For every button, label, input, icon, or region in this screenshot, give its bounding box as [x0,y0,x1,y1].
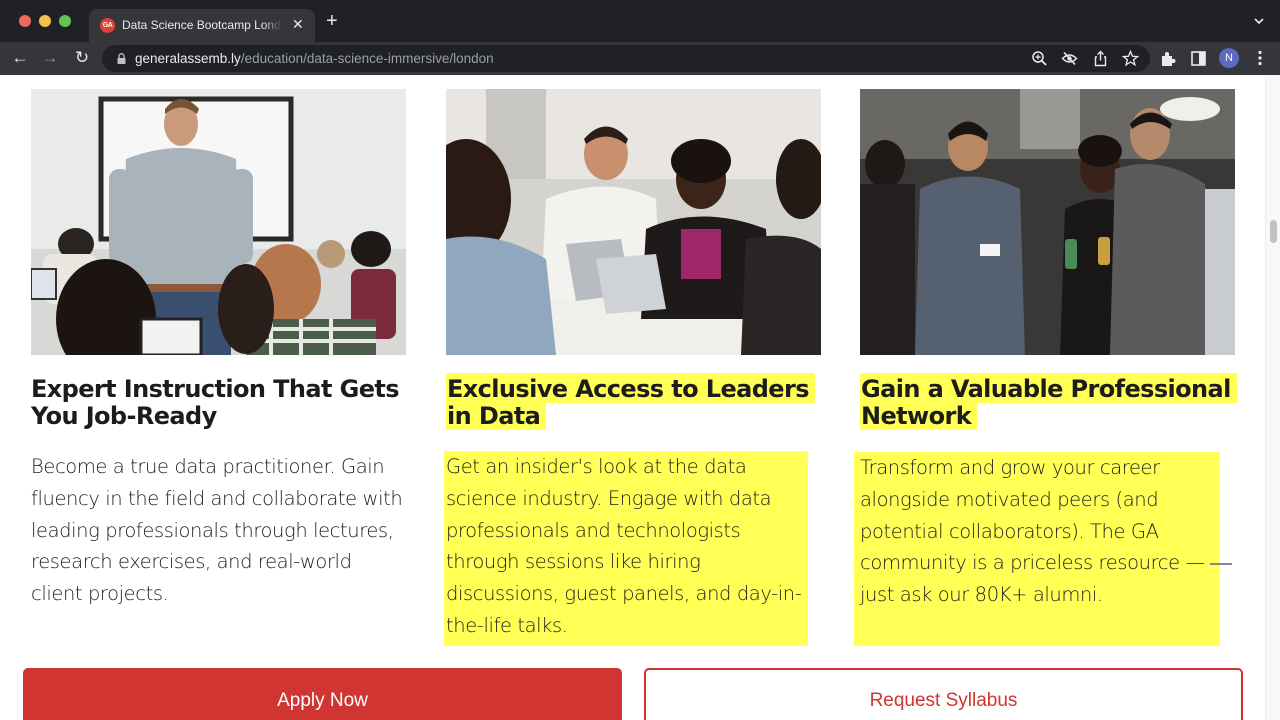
bookmark-star-icon[interactable] [1122,50,1139,67]
card-heading: Expert Instruction That Gets You Job-Rea… [31,375,400,430]
card-body: Transform and grow your career alongside… [854,452,1220,646]
heading-line: Gain a Valuable Professional [860,373,1237,403]
scrollbar-thumb[interactable] [1270,220,1277,243]
heading-line: Network [860,400,978,430]
url-host: generalassemb.ly [135,51,241,66]
request-syllabus-button[interactable]: Request Syllabus [644,668,1243,720]
card-heading: Gain a Valuable Professional Network [860,373,1240,430]
apply-now-button[interactable]: Apply Now [23,668,622,720]
browser-tab-active[interactable]: GA Data Science Bootcamp London | Genera… [89,9,315,42]
maximize-window-button[interactable] [59,15,71,27]
back-button[interactable]: ← [10,48,30,68]
side-panel-icon[interactable] [1190,50,1207,67]
networking-photo [860,89,1235,355]
close-window-button[interactable] [19,15,31,27]
reload-button[interactable]: ↻ [72,48,92,68]
heading-line: in Data [446,400,547,430]
profile-avatar[interactable]: N [1219,48,1239,68]
heading-line: Exclusive Access to Leaders [446,373,815,403]
minimize-window-button[interactable] [39,15,51,27]
text-cursor-artifact [1210,563,1232,565]
page-scrollbar[interactable] [1265,75,1280,720]
address-bar[interactable]: generalassemb.ly/education/data-science-… [102,45,1150,72]
lock-icon[interactable] [117,53,126,64]
browser-titlebar: GA Data Science Bootcamp London | Genera… [0,0,1280,42]
card-body: Get an insider's look at the data scienc… [444,451,808,646]
zoom-icon[interactable] [1031,50,1048,67]
browser-toolbar: ← → ↻ generalassemb.ly/education/data-sc… [0,42,1280,75]
forward-button[interactable]: → [40,48,60,68]
url-text[interactable]: generalassemb.ly/education/data-science-… [135,51,494,66]
ga-favicon-icon: GA [100,18,115,33]
page-content: Expert Instruction That Gets You Job-Rea… [0,75,1265,720]
card-body: Become a true data practitioner. Gain fl… [31,455,403,606]
card-heading: Exclusive Access to Leaders in Data [446,373,826,430]
tracking-protection-icon[interactable] [1061,50,1078,67]
url-path: /education/data-science-immersive/london [240,51,494,66]
extensions-icon[interactable] [1160,50,1177,67]
new-tab-button[interactable]: + [326,11,338,31]
browser-menu-icon[interactable] [1258,50,1262,66]
discussion-photo [446,89,821,355]
tab-search-chevron-icon[interactable] [1252,14,1266,28]
share-icon[interactable] [1092,50,1109,67]
classroom-photo [31,89,406,355]
tab-close-icon[interactable]: ✕ [292,16,304,32]
tab-title: Data Science Bootcamp London | General A… [122,18,282,32]
